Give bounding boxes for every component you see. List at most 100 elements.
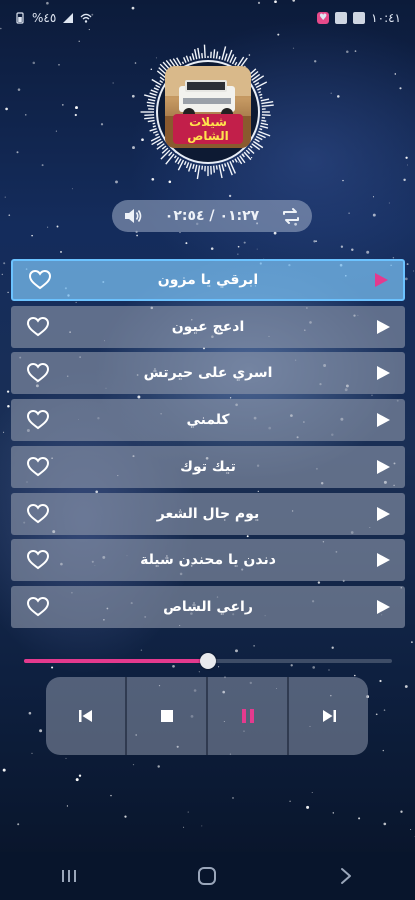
- visualizer-bar: [221, 163, 225, 172]
- back-button[interactable]: [326, 856, 366, 896]
- heart-icon[interactable]: [26, 456, 50, 477]
- volume-icon[interactable]: [122, 205, 144, 227]
- visualizer-bar: [152, 122, 156, 125]
- visualizer-bar: [165, 153, 175, 165]
- visualizer-bar: [150, 89, 158, 94]
- star: [100, 123, 104, 126]
- track-name: ابرقي يا مزون: [157, 272, 259, 288]
- star: [39, 729, 43, 733]
- track-row[interactable]: كلمني: [11, 399, 405, 442]
- visualizer-bar: [181, 61, 185, 65]
- heart-icon[interactable]: [26, 410, 50, 430]
- home-button[interactable]: [187, 856, 227, 896]
- visualizer-bar: [259, 125, 269, 129]
- star: [60, 250, 62, 253]
- visualizer-bar: [174, 156, 180, 163]
- visualizer-bar: [147, 119, 155, 123]
- track-row[interactable]: اسري على حيرتش: [11, 352, 405, 395]
- star: [372, 213, 376, 217]
- star: [354, 50, 357, 52]
- previous-button[interactable]: [46, 677, 127, 755]
- play-icon[interactable]: [375, 552, 391, 568]
- stop-button[interactable]: [127, 677, 208, 755]
- star: [228, 194, 232, 198]
- heart-icon[interactable]: [26, 596, 50, 617]
- visualizer-bar: [234, 61, 238, 66]
- star: [17, 88, 21, 91]
- track-row[interactable]: دندن يا محندن شيلة: [11, 539, 405, 582]
- star: [407, 164, 408, 166]
- play-icon[interactable]: [375, 459, 391, 475]
- heart-icon[interactable]: [26, 550, 50, 570]
- star: [403, 178, 406, 182]
- star: [198, 671, 200, 673]
- heart-icon[interactable]: [26, 363, 50, 383]
- play-icon[interactable]: [375, 365, 391, 381]
- star: [201, 825, 203, 827]
- star: [394, 73, 397, 75]
- star: [17, 823, 20, 826]
- star: [382, 749, 384, 752]
- visualizer-bar: [147, 104, 155, 108]
- play-icon[interactable]: [375, 599, 391, 615]
- recent-apps-icon: [62, 870, 77, 882]
- track-row[interactable]: يوم جال الشعر: [11, 492, 405, 535]
- star: [157, 765, 160, 768]
- visualizer-bar: [153, 87, 159, 91]
- star: [404, 685, 408, 688]
- star: [183, 826, 185, 828]
- play-icon[interactable]: [375, 412, 391, 428]
- star: [366, 250, 370, 254]
- track-row[interactable]: ابرقي يا مزون: [11, 259, 405, 301]
- star: [2, 768, 6, 772]
- star: [75, 301, 77, 303]
- heart-icon[interactable]: [28, 269, 52, 290]
- play-icon[interactable]: [375, 506, 391, 522]
- pause-button[interactable]: [208, 677, 289, 755]
- visualizer-bar: [260, 122, 269, 126]
- visualizer-bar: [196, 165, 201, 180]
- play-icon[interactable]: [375, 319, 391, 335]
- star: [232, 797, 234, 799]
- next-button[interactable]: [289, 677, 368, 755]
- seek-thumb[interactable]: [200, 653, 216, 669]
- repeat-icon[interactable]: [280, 205, 302, 227]
- track-row[interactable]: راعي الشاص: [11, 585, 405, 628]
- star: [41, 164, 44, 167]
- visualizer-bar: [144, 116, 155, 120]
- visualizer-bar: [258, 91, 261, 94]
- seek-bar[interactable]: [24, 652, 392, 670]
- star: [346, 50, 349, 53]
- visualizer-bar: [159, 80, 164, 84]
- visualizer-bar: [224, 163, 227, 167]
- visualizer-bar: [245, 149, 251, 155]
- next-icon: [322, 710, 336, 722]
- heart-icon[interactable]: [26, 503, 50, 524]
- track-row[interactable]: تيك توك: [11, 445, 405, 488]
- visualizer-bar: [231, 56, 237, 65]
- signal-icon: [62, 12, 74, 24]
- star: [71, 188, 73, 190]
- star: [331, 646, 334, 649]
- track-row[interactable]: ادعج عيون: [11, 305, 405, 348]
- star: [6, 390, 10, 393]
- recent-apps-button[interactable]: [49, 856, 89, 896]
- star: [383, 709, 386, 711]
- playback-controls: [46, 677, 368, 755]
- star: [66, 805, 68, 807]
- album-title: شيلات الشاص: [173, 114, 243, 144]
- star: [16, 151, 19, 154]
- track-name: دندن يا محندن شيلة: [140, 552, 276, 569]
- visualizer-bar: [144, 94, 157, 99]
- track-name: راعي الشاص: [163, 598, 253, 615]
- visualizer-bar: [241, 153, 245, 158]
- status-right-group: ♥ ١٠:٤١: [317, 11, 401, 25]
- notification-box-icon: [353, 12, 366, 24]
- heart-icon[interactable]: [26, 316, 50, 337]
- status-time: ١٠:٤١: [371, 11, 401, 25]
- visualizer-bar: [177, 158, 182, 165]
- visualizer-bar: [259, 93, 263, 96]
- star: [75, 778, 79, 782]
- play-icon[interactable]: [373, 272, 389, 288]
- visualizer-bar: [168, 151, 173, 157]
